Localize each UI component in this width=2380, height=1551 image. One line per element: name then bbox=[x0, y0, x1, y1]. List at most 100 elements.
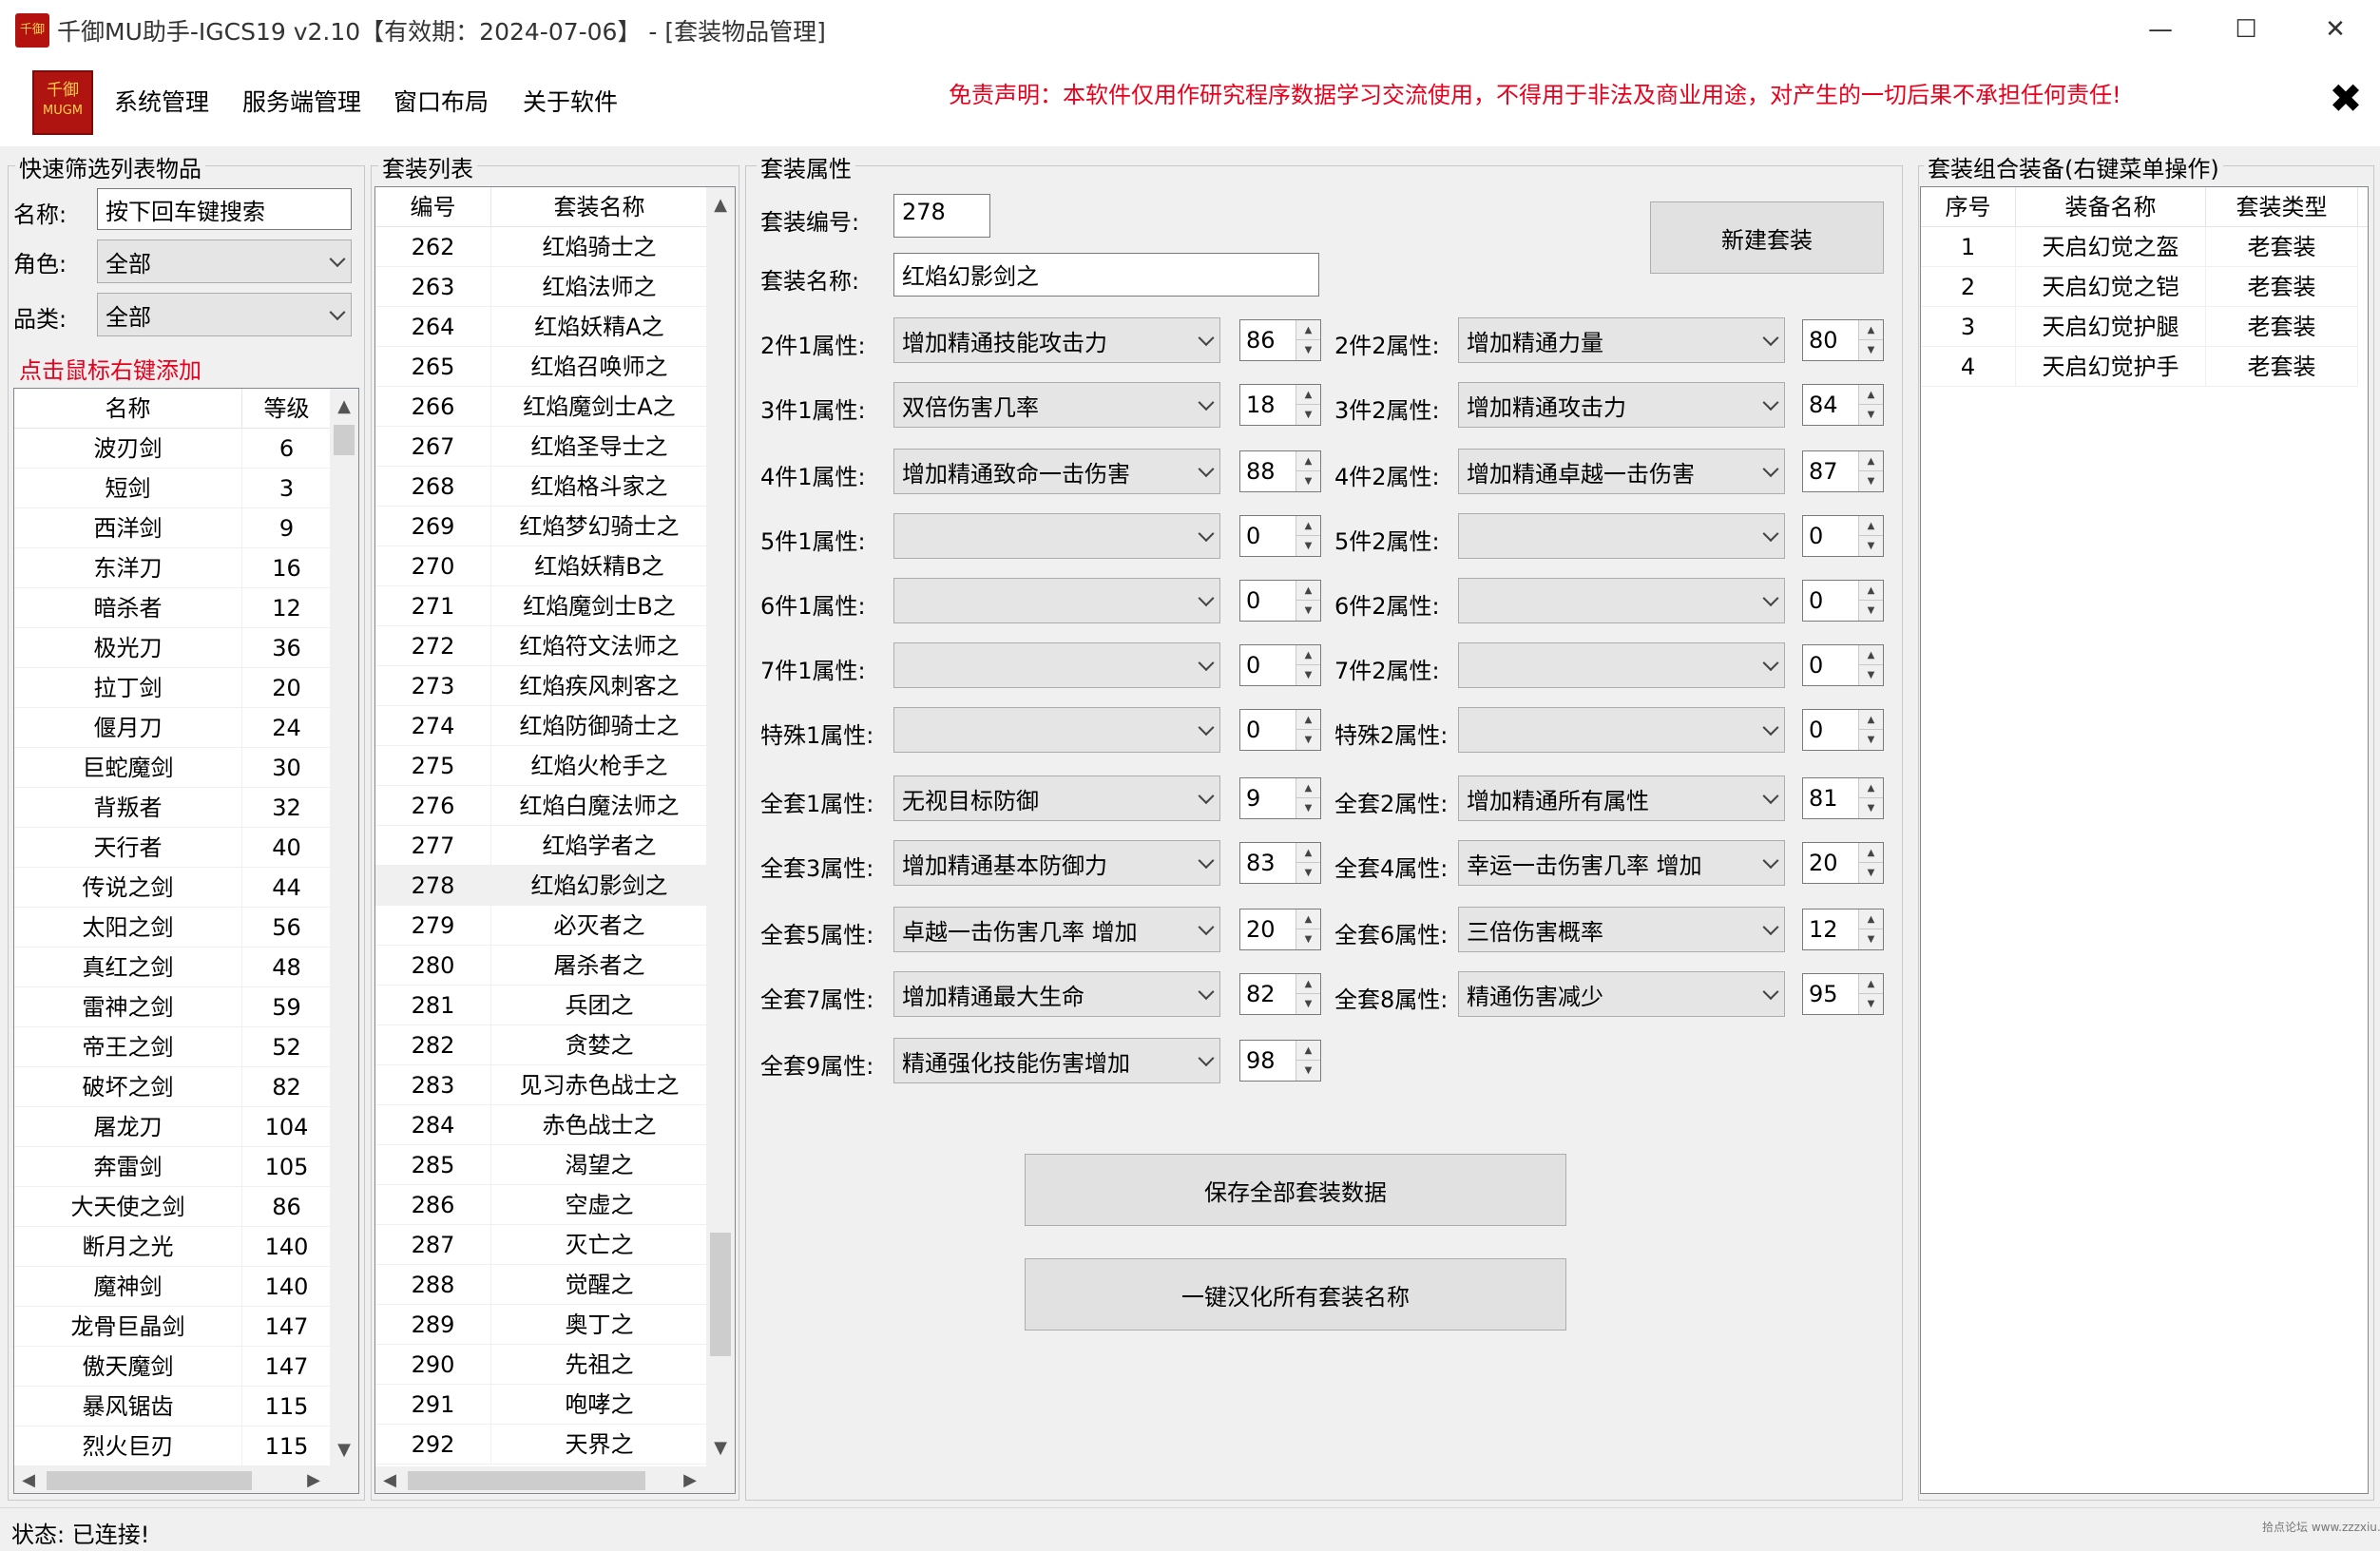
close-icon[interactable]: ✖ bbox=[2325, 78, 2367, 120]
item-list[interactable]: 名称 等级 波刃剑 6 短剑 3 西洋剑 9 东洋刀 16 暗杀者 12 极光刀 36 拉丁剑 20 偃月刀… bbox=[13, 388, 359, 1494]
set-list-hscroll[interactable]: ◀ ▶ bbox=[375, 1466, 735, 1493]
scroll-up-icon[interactable]: ▲ bbox=[330, 393, 358, 421]
set-row[interactable]: 288 觉醒之 bbox=[375, 1265, 708, 1305]
stepper-up-icon[interactable]: ▲ bbox=[1859, 710, 1883, 730]
attr-value-stepper[interactable]: 12 ▲ ▼ bbox=[1802, 909, 1884, 950]
set-row[interactable]: 267 红焰圣导士之 bbox=[375, 427, 708, 467]
attr-value-stepper[interactable]: 0 ▲ ▼ bbox=[1239, 709, 1321, 751]
scroll-left-icon[interactable]: ◀ bbox=[375, 1466, 404, 1493]
set-row[interactable]: 265 红焰召唤师之 bbox=[375, 347, 708, 387]
attr-value-stepper[interactable]: 20 ▲ ▼ bbox=[1802, 842, 1884, 884]
attr-value-stepper[interactable]: 0 ▲ ▼ bbox=[1802, 580, 1884, 622]
attr-select[interactable] bbox=[1458, 578, 1785, 623]
set-row[interactable]: 290 先祖之 bbox=[375, 1345, 708, 1385]
item-row[interactable]: 暗杀者 12 bbox=[14, 588, 332, 628]
item-row[interactable]: 帝王之剑 52 bbox=[14, 1027, 332, 1067]
item-row[interactable]: 龙骨巨晶剑 147 bbox=[14, 1307, 332, 1347]
stepper-down-icon[interactable]: ▼ bbox=[1296, 994, 1320, 1014]
stepper-up-icon[interactable]: ▲ bbox=[1859, 385, 1883, 405]
item-row[interactable]: 魔神剑 140 bbox=[14, 1267, 332, 1307]
stepper-up-icon[interactable]: ▲ bbox=[1296, 645, 1320, 665]
minimize-button[interactable]: — bbox=[2116, 0, 2205, 59]
stepper-down-icon[interactable]: ▼ bbox=[1859, 340, 1883, 360]
set-row[interactable]: 275 红焰火枪手之 bbox=[375, 746, 708, 786]
stepper-down-icon[interactable]: ▼ bbox=[1859, 730, 1883, 750]
attr-value-stepper[interactable]: 0 ▲ ▼ bbox=[1802, 515, 1884, 557]
stepper-down-icon[interactable]: ▼ bbox=[1296, 798, 1320, 818]
column-header-level[interactable]: 等级 bbox=[242, 389, 332, 429]
set-row[interactable]: 286 空虚之 bbox=[375, 1185, 708, 1225]
attr-value-stepper[interactable]: 80 ▲ ▼ bbox=[1802, 319, 1884, 361]
stepper-down-icon[interactable]: ▼ bbox=[1296, 340, 1320, 360]
stepper-down-icon[interactable]: ▼ bbox=[1296, 1061, 1320, 1081]
item-row[interactable]: 奔雷剑 105 bbox=[14, 1147, 332, 1187]
stepper-up-icon[interactable]: ▲ bbox=[1296, 710, 1320, 730]
stepper-down-icon[interactable]: ▼ bbox=[1296, 863, 1320, 883]
item-row[interactable]: 极光刀 36 bbox=[14, 628, 332, 668]
item-list-hscroll[interactable]: ◀ ▶ bbox=[14, 1466, 358, 1493]
stepper-down-icon[interactable]: ▼ bbox=[1296, 730, 1320, 750]
attr-value-stepper[interactable]: 0 ▲ ▼ bbox=[1802, 644, 1884, 686]
attr-select[interactable] bbox=[1458, 707, 1785, 753]
item-row[interactable]: 偃月刀 24 bbox=[14, 708, 332, 748]
attr-value-stepper[interactable]: 18 ▲ ▼ bbox=[1239, 384, 1321, 426]
column-header-set-name[interactable]: 套装名称 bbox=[491, 187, 708, 227]
attr-select[interactable]: 增加精通力量 bbox=[1458, 317, 1785, 363]
set-row[interactable]: 274 红焰防御骑士之 bbox=[375, 706, 708, 746]
attr-value-stepper[interactable]: 0 ▲ ▼ bbox=[1802, 709, 1884, 751]
set-row[interactable]: 292 天界之 bbox=[375, 1425, 708, 1465]
set-row[interactable]: 273 红焰疾风刺客之 bbox=[375, 666, 708, 706]
set-row[interactable]: 277 红焰学者之 bbox=[375, 826, 708, 866]
combo-row[interactable]: 2 天启幻觉之铠 老套装 bbox=[1921, 267, 2358, 307]
stepper-up-icon[interactable]: ▲ bbox=[1296, 385, 1320, 405]
stepper-up-icon[interactable]: ▲ bbox=[1296, 581, 1320, 601]
attr-select[interactable] bbox=[893, 642, 1220, 688]
category-select[interactable]: 全部 bbox=[97, 293, 352, 336]
item-row[interactable]: 巨蛇魔剑 30 bbox=[14, 748, 332, 788]
set-row[interactable]: 276 红焰白魔法师之 bbox=[375, 786, 708, 826]
set-row[interactable]: 268 红焰格斗家之 bbox=[375, 467, 708, 507]
set-row[interactable]: 271 红焰魔剑士B之 bbox=[375, 586, 708, 626]
attr-select[interactable]: 增加精通卓越一击伤害 bbox=[1458, 449, 1785, 494]
stepper-up-icon[interactable]: ▲ bbox=[1296, 974, 1320, 994]
set-row[interactable]: 266 红焰魔剑士A之 bbox=[375, 387, 708, 427]
stepper-up-icon[interactable]: ▲ bbox=[1859, 581, 1883, 601]
attr-select[interactable]: 双倍伤害几率 bbox=[893, 382, 1220, 428]
item-row[interactable]: 传说之剑 44 bbox=[14, 868, 332, 908]
set-row[interactable]: 264 红焰妖精A之 bbox=[375, 307, 708, 347]
attr-select[interactable]: 精通伤害减少 bbox=[1458, 971, 1785, 1017]
menu-server[interactable]: 服务端管理 bbox=[242, 84, 361, 118]
item-row[interactable]: 背叛者 32 bbox=[14, 788, 332, 828]
item-list-vscroll[interactable]: ▲ ▼ bbox=[330, 389, 358, 1466]
attr-value-stepper[interactable]: 88 ▲ ▼ bbox=[1239, 450, 1321, 492]
stepper-up-icon[interactable]: ▲ bbox=[1296, 910, 1320, 929]
stepper-down-icon[interactable]: ▼ bbox=[1296, 471, 1320, 491]
attr-select[interactable]: 增加精通基本防御力 bbox=[893, 840, 1220, 886]
attr-value-stepper[interactable]: 0 ▲ ▼ bbox=[1239, 580, 1321, 622]
attr-select[interactable]: 增加精通技能攻击力 bbox=[893, 317, 1220, 363]
hscroll-thumb[interactable] bbox=[408, 1471, 645, 1490]
item-row[interactable]: 烈火巨刃 115 bbox=[14, 1427, 332, 1466]
item-row[interactable]: 拉丁剑 20 bbox=[14, 668, 332, 708]
attr-select[interactable]: 增加精通致命一击伤害 bbox=[893, 449, 1220, 494]
set-row[interactable]: 291 咆哮之 bbox=[375, 1385, 708, 1425]
set-list[interactable]: 编号 套装名称 262 红焰骑士之 263 红焰法师之 264 红焰妖精A之 265 红焰召唤… bbox=[374, 186, 736, 1494]
item-row[interactable]: 西洋剑 9 bbox=[14, 508, 332, 548]
scroll-thumb[interactable] bbox=[334, 425, 355, 455]
attr-select[interactable]: 增加精通最大生命 bbox=[893, 971, 1220, 1017]
stepper-down-icon[interactable]: ▼ bbox=[1859, 929, 1883, 949]
set-row[interactable]: 285 渴望之 bbox=[375, 1145, 708, 1185]
attr-select[interactable] bbox=[893, 578, 1220, 623]
stepper-up-icon[interactable]: ▲ bbox=[1859, 843, 1883, 863]
attr-value-stepper[interactable]: 87 ▲ ▼ bbox=[1802, 450, 1884, 492]
scroll-down-icon[interactable]: ▼ bbox=[330, 1436, 358, 1465]
menu-system[interactable]: 系统管理 bbox=[114, 84, 209, 118]
item-row[interactable]: 傲天魔剑 147 bbox=[14, 1347, 332, 1387]
attr-value-stepper[interactable]: 95 ▲ ▼ bbox=[1802, 973, 1884, 1015]
stepper-down-icon[interactable]: ▼ bbox=[1859, 798, 1883, 818]
stepper-up-icon[interactable]: ▲ bbox=[1859, 974, 1883, 994]
close-window-button[interactable]: ✕ bbox=[2291, 0, 2380, 59]
attr-value-stepper[interactable]: 86 ▲ ▼ bbox=[1239, 319, 1321, 361]
attr-select[interactable]: 卓越一击伤害几率 增加 bbox=[893, 907, 1220, 952]
stepper-down-icon[interactable]: ▼ bbox=[1859, 601, 1883, 621]
